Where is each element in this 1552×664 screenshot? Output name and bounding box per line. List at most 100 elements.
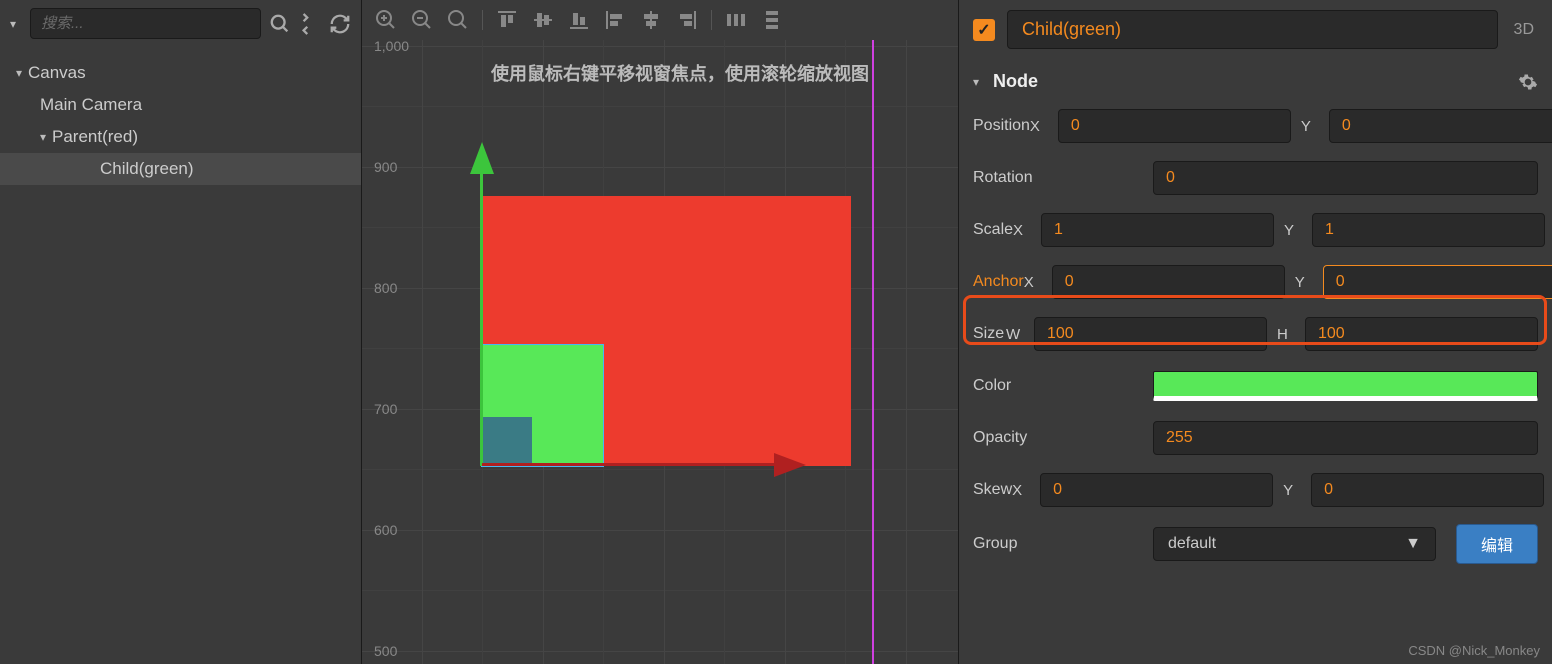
opacity-input[interactable] [1153,421,1538,455]
prop-label: Size [973,325,1006,343]
align-hcenter-icon[interactable] [639,8,663,32]
tree-item-label: Canvas [28,63,86,83]
canvas-area[interactable]: 使用鼠标右键平移视窗焦点，使用滚轮缩放视图 1,000 900 800 700 … [362,40,958,664]
distribute-h-icon[interactable] [724,8,748,32]
prop-label: Skew [973,481,1012,499]
distribute-v-icon[interactable] [760,8,784,32]
search-input[interactable] [30,8,261,39]
edit-group-button[interactable]: 编辑 [1456,524,1538,564]
ruler-tick: 900 [374,159,397,175]
align-vcenter-icon[interactable] [531,8,555,32]
expand-caret-icon[interactable]: ▾ [16,66,28,80]
prop-anchor: Anchor X Y [973,264,1538,300]
ruler-tick: 800 [374,280,397,296]
hierarchy-panel: ▾ ▾ Canvas Main Camera ▾ Parent(red) Chi… [0,0,362,664]
gizmo-x-axis[interactable] [482,463,780,466]
size-w-input[interactable] [1034,317,1267,351]
y-label: Y [1283,482,1301,499]
prop-label: Position [973,117,1030,135]
align-left-icon[interactable] [603,8,627,32]
scale-y-input[interactable] [1312,213,1545,247]
prop-position: Position X Y [973,108,1538,144]
gizmo-y-arrow-icon[interactable] [470,142,494,174]
hierarchy-tree: ▾ Canvas Main Camera ▾ Parent(red) Child… [0,47,361,195]
prop-size: Size W H [973,316,1538,352]
zoom-fit-icon[interactable] [446,8,470,32]
gizmo-y-axis[interactable] [480,170,483,466]
position-y-input[interactable] [1329,109,1552,143]
property-rows: Position X Y Rotation Scale X Y A [959,104,1552,578]
section-title: Node [993,71,1510,92]
tree-item-label: Child(green) [100,159,194,179]
align-top-icon[interactable] [495,8,519,32]
color-swatch[interactable] [1153,371,1538,401]
prop-group: Group default ▼ 编辑 [973,524,1538,564]
gizmo-x-arrow-icon[interactable] [774,453,806,477]
node-active-checkbox[interactable]: ✓ [973,19,995,41]
scene-toolbar [362,0,958,40]
prop-skew: Skew X Y [973,472,1538,508]
anchor-y-input[interactable] [1323,265,1552,299]
prop-label: Rotation [973,169,1153,187]
x-label: X [1030,118,1048,135]
node-name-input[interactable] [1007,10,1498,49]
group-value: default [1168,535,1216,553]
x-label: X [1024,274,1042,291]
watermark: CSDN @Nick_Monkey [1408,643,1540,658]
prop-label: Anchor [973,273,1024,291]
x-label: X [1012,482,1030,499]
section-caret-icon: ▾ [973,75,985,89]
h-label: H [1277,326,1295,343]
gear-icon[interactable] [1518,72,1538,92]
align-right-icon[interactable] [675,8,699,32]
tree-item-child[interactable]: Child(green) [0,153,361,185]
canvas-hint: 使用鼠标右键平移视窗焦点，使用滚轮缩放视图 [422,60,938,86]
align-bottom-icon[interactable] [567,8,591,32]
tree-item-label: Parent(red) [52,127,138,147]
skew-y-input[interactable] [1311,473,1544,507]
prop-color: Color [973,368,1538,404]
node-section-header[interactable]: ▾ Node [959,59,1552,104]
hierarchy-toolbar: ▾ [0,0,361,47]
inspector-panel: ✓ 3D ▾ Node Position X Y Rotation [958,0,1552,664]
w-label: W [1006,326,1024,343]
mode-3d-toggle[interactable]: 3D [1510,21,1538,39]
ruler-tick: 1,000 [374,40,409,54]
y-label: Y [1295,274,1313,291]
expand-caret-icon[interactable]: ▾ [40,130,52,144]
inspector-header: ✓ 3D [959,0,1552,59]
search-icon[interactable] [269,13,291,35]
x-label: X [1013,222,1031,239]
collapse-all-icon[interactable] [299,13,321,35]
toolbar-divider [711,10,712,30]
prop-opacity: Opacity [973,420,1538,456]
tree-item-main-camera[interactable]: Main Camera [0,89,361,121]
refresh-icon[interactable] [329,13,351,35]
chevron-down-icon: ▼ [1405,535,1421,553]
anchor-indicator-rect [483,417,532,466]
ruler-tick: 700 [374,401,397,417]
group-select[interactable]: default ▼ [1153,527,1436,561]
prop-scale: Scale X Y [973,212,1538,248]
prop-label: Opacity [973,429,1153,447]
tree-item-canvas[interactable]: ▾ Canvas [0,57,361,89]
prop-rotation: Rotation [973,160,1538,196]
y-label: Y [1284,222,1302,239]
size-h-input[interactable] [1305,317,1538,351]
scale-x-input[interactable] [1041,213,1274,247]
rotation-input[interactable] [1153,161,1538,195]
tree-item-label: Main Camera [40,95,142,115]
zoom-out-icon[interactable] [410,8,434,32]
anchor-x-input[interactable] [1052,265,1285,299]
collapse-caret-icon[interactable]: ▾ [10,17,22,31]
zoom-in-icon[interactable] [374,8,398,32]
position-x-input[interactable] [1058,109,1291,143]
tree-item-parent[interactable]: ▾ Parent(red) [0,121,361,153]
skew-x-input[interactable] [1040,473,1273,507]
prop-label: Scale [973,221,1013,239]
scene-panel: 使用鼠标右键平移视窗焦点，使用滚轮缩放视图 1,000 900 800 700 … [362,0,958,664]
ruler-tick: 500 [374,643,397,659]
toolbar-divider [482,10,483,30]
prop-label: Color [973,377,1153,395]
guide-line [872,40,874,664]
